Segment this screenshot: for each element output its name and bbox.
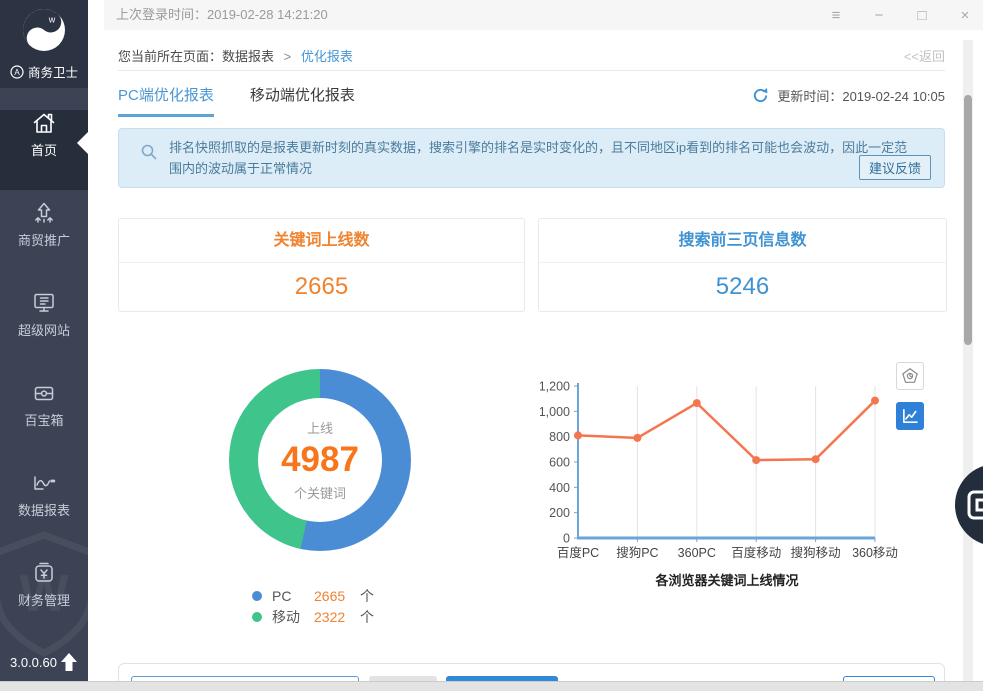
promotion-icon — [31, 200, 57, 226]
svg-text:0: 0 — [563, 532, 570, 546]
sidebar-item-label: 商贸推广 — [0, 230, 88, 249]
last-login-text: 上次登录时间：2019-02-28 14:21:20 — [116, 0, 328, 30]
mobile-dot-icon — [252, 612, 262, 622]
breadcrumb-separator: > — [284, 49, 292, 64]
svg-text:800: 800 — [549, 430, 570, 444]
brand-badge-icon: A — [10, 65, 24, 79]
maximize-icon[interactable]: □ — [914, 8, 930, 23]
window-controls: ≡ − □ × — [828, 0, 973, 30]
update-time-row: 更新时间：2019-02-24 10:05 — [752, 86, 945, 105]
legend-name: PC — [272, 588, 314, 604]
sidebar-item-label: 首页 — [0, 140, 88, 159]
line-chart-title: 各浏览器关键词上线情况 — [552, 570, 902, 589]
card-value: 5246 — [539, 263, 946, 310]
legend-name: 移动 — [272, 607, 314, 627]
svg-text:360PC: 360PC — [678, 546, 716, 560]
back-link[interactable]: <<返回 — [904, 46, 945, 65]
donut-center-label: 上线 — [307, 418, 333, 437]
svg-text:A: A — [14, 68, 20, 77]
donut-chart: 上线 4987 个关键词 — [229, 369, 411, 551]
banner-text: 排名快照抓取的是报表更新时刻的真实数据，搜索引擎的排名是实时变化的，且不同地区i… — [169, 137, 919, 179]
breadcrumb-prefix: 您当前所在页面：数据报表 — [118, 49, 274, 64]
card-title: 关键词上线数 — [119, 219, 524, 263]
legend-item-pc: PC 2665 个 — [252, 585, 374, 606]
sidebar-item-toolbox[interactable]: 百宝箱 — [0, 380, 88, 460]
sidebar-item-report[interactable]: 数据报表 — [0, 470, 88, 550]
keyword-online-card: 关键词上线数 2665 — [118, 218, 525, 312]
upgrade-arrow-icon[interactable] — [60, 652, 78, 672]
svg-text:1,200: 1,200 — [540, 380, 570, 394]
brand-row: A 商务卫士 — [0, 62, 88, 81]
titlebar: 上次登录时间：2019-02-28 14:21:20 ≡ − □ × — [104, 0, 983, 30]
top3-info-card: 搜索前三页信息数 5246 — [538, 218, 947, 312]
svg-text:1,000: 1,000 — [540, 405, 570, 419]
donut-center: 上线 4987 个关键词 — [258, 398, 382, 522]
toolbox-icon — [31, 380, 57, 406]
divider — [118, 70, 945, 71]
sidebar-item-website[interactable]: 超级网站 — [0, 290, 88, 370]
legend-item-mobile: 移动 2322 个 — [252, 606, 374, 627]
svg-text:400: 400 — [549, 481, 570, 495]
desktop-edge-band — [0, 681, 983, 691]
brand-name: 商务卫士 — [28, 62, 78, 81]
close-icon[interactable]: × — [957, 8, 973, 23]
svg-text:200: 200 — [549, 506, 570, 520]
donut-legend: PC 2665 个 移动 2322 个 — [252, 585, 374, 627]
info-banner: 排名快照抓取的是报表更新时刻的真实数据，搜索引擎的排名是实时变化的，且不同地区i… — [118, 128, 945, 188]
svg-text:搜狗PC: 搜狗PC — [616, 545, 658, 560]
tab-bar: PC端优化报表 移动端优化报表 — [118, 84, 355, 117]
report-chart-icon — [31, 470, 57, 496]
logo-block: w A 商务卫士 — [0, 0, 88, 88]
breadcrumb: 您当前所在页面：数据报表 > 优化报表 — [118, 46, 353, 65]
qr-code-icon — [965, 488, 983, 522]
search-icon — [140, 143, 158, 161]
donut-center-value: 4987 — [281, 440, 359, 480]
donut-center-unit: 个关键词 — [294, 483, 346, 502]
legend-value: 2322 — [314, 609, 360, 625]
card-value: 2665 — [119, 263, 524, 310]
pentagon-icon — [900, 366, 920, 386]
breadcrumb-current[interactable]: 优化报表 — [301, 49, 353, 64]
legend-unit: 个 — [360, 607, 374, 627]
sidebar-item-label: 财务管理 — [0, 590, 88, 609]
card-title: 搜索前三页信息数 — [539, 219, 946, 263]
version-row: 3.0.0.60 — [0, 651, 88, 677]
home-icon — [31, 110, 57, 136]
svg-text:600: 600 — [549, 456, 570, 470]
minimize-icon[interactable]: − — [871, 8, 887, 23]
scrollbar-thumb[interactable] — [964, 95, 972, 345]
chart-toggle-pie-button[interactable] — [896, 362, 924, 390]
sidebar-item-label: 数据报表 — [0, 500, 88, 519]
sidebar-nav: 首页 商贸推广 超级网站 — [0, 100, 88, 640]
line-chart-icon — [901, 407, 919, 425]
pc-dot-icon — [252, 591, 262, 601]
active-item-arrow — [77, 132, 88, 154]
legend-value: 2665 — [314, 588, 360, 604]
sidebar-item-home[interactable]: 首页 — [0, 110, 88, 190]
version-label: 3.0.0.60 — [10, 655, 57, 670]
tab-mobile-report[interactable]: 移动端优化报表 — [250, 84, 355, 117]
brand-logo-icon: w — [20, 6, 68, 54]
sidebar: w A 商务卫士 首页 — [0, 0, 88, 683]
sidebar-item-promotion[interactable]: 商贸推广 — [0, 200, 88, 280]
svg-text:360移动: 360移动 — [852, 546, 898, 560]
sidebar-item-finance[interactable]: 财务管理 — [0, 560, 88, 640]
svg-text:百度移动: 百度移动 — [731, 545, 781, 560]
app-window: w A 商务卫士 首页 — [0, 0, 983, 691]
monitor-icon — [31, 290, 57, 316]
svg-text:w: w — [48, 15, 56, 25]
feedback-button[interactable]: 建议反馈 — [859, 155, 931, 180]
update-time-text: 更新时间：2019-02-24 10:05 — [777, 86, 945, 105]
svg-text:百度PC: 百度PC — [557, 545, 599, 560]
chart-toggle-line-button[interactable] — [896, 402, 924, 430]
refresh-icon[interactable] — [752, 87, 769, 104]
tab-pc-report[interactable]: PC端优化报表 — [118, 84, 214, 117]
sidebar-item-label: 超级网站 — [0, 320, 88, 339]
sidebar-item-label: 百宝箱 — [0, 410, 88, 429]
scrollbar-track[interactable] — [963, 40, 973, 681]
menu-icon[interactable]: ≡ — [828, 8, 844, 23]
legend-unit: 个 — [360, 586, 374, 606]
finance-icon — [31, 560, 57, 586]
svg-text:搜狗移动: 搜狗移动 — [791, 545, 841, 560]
